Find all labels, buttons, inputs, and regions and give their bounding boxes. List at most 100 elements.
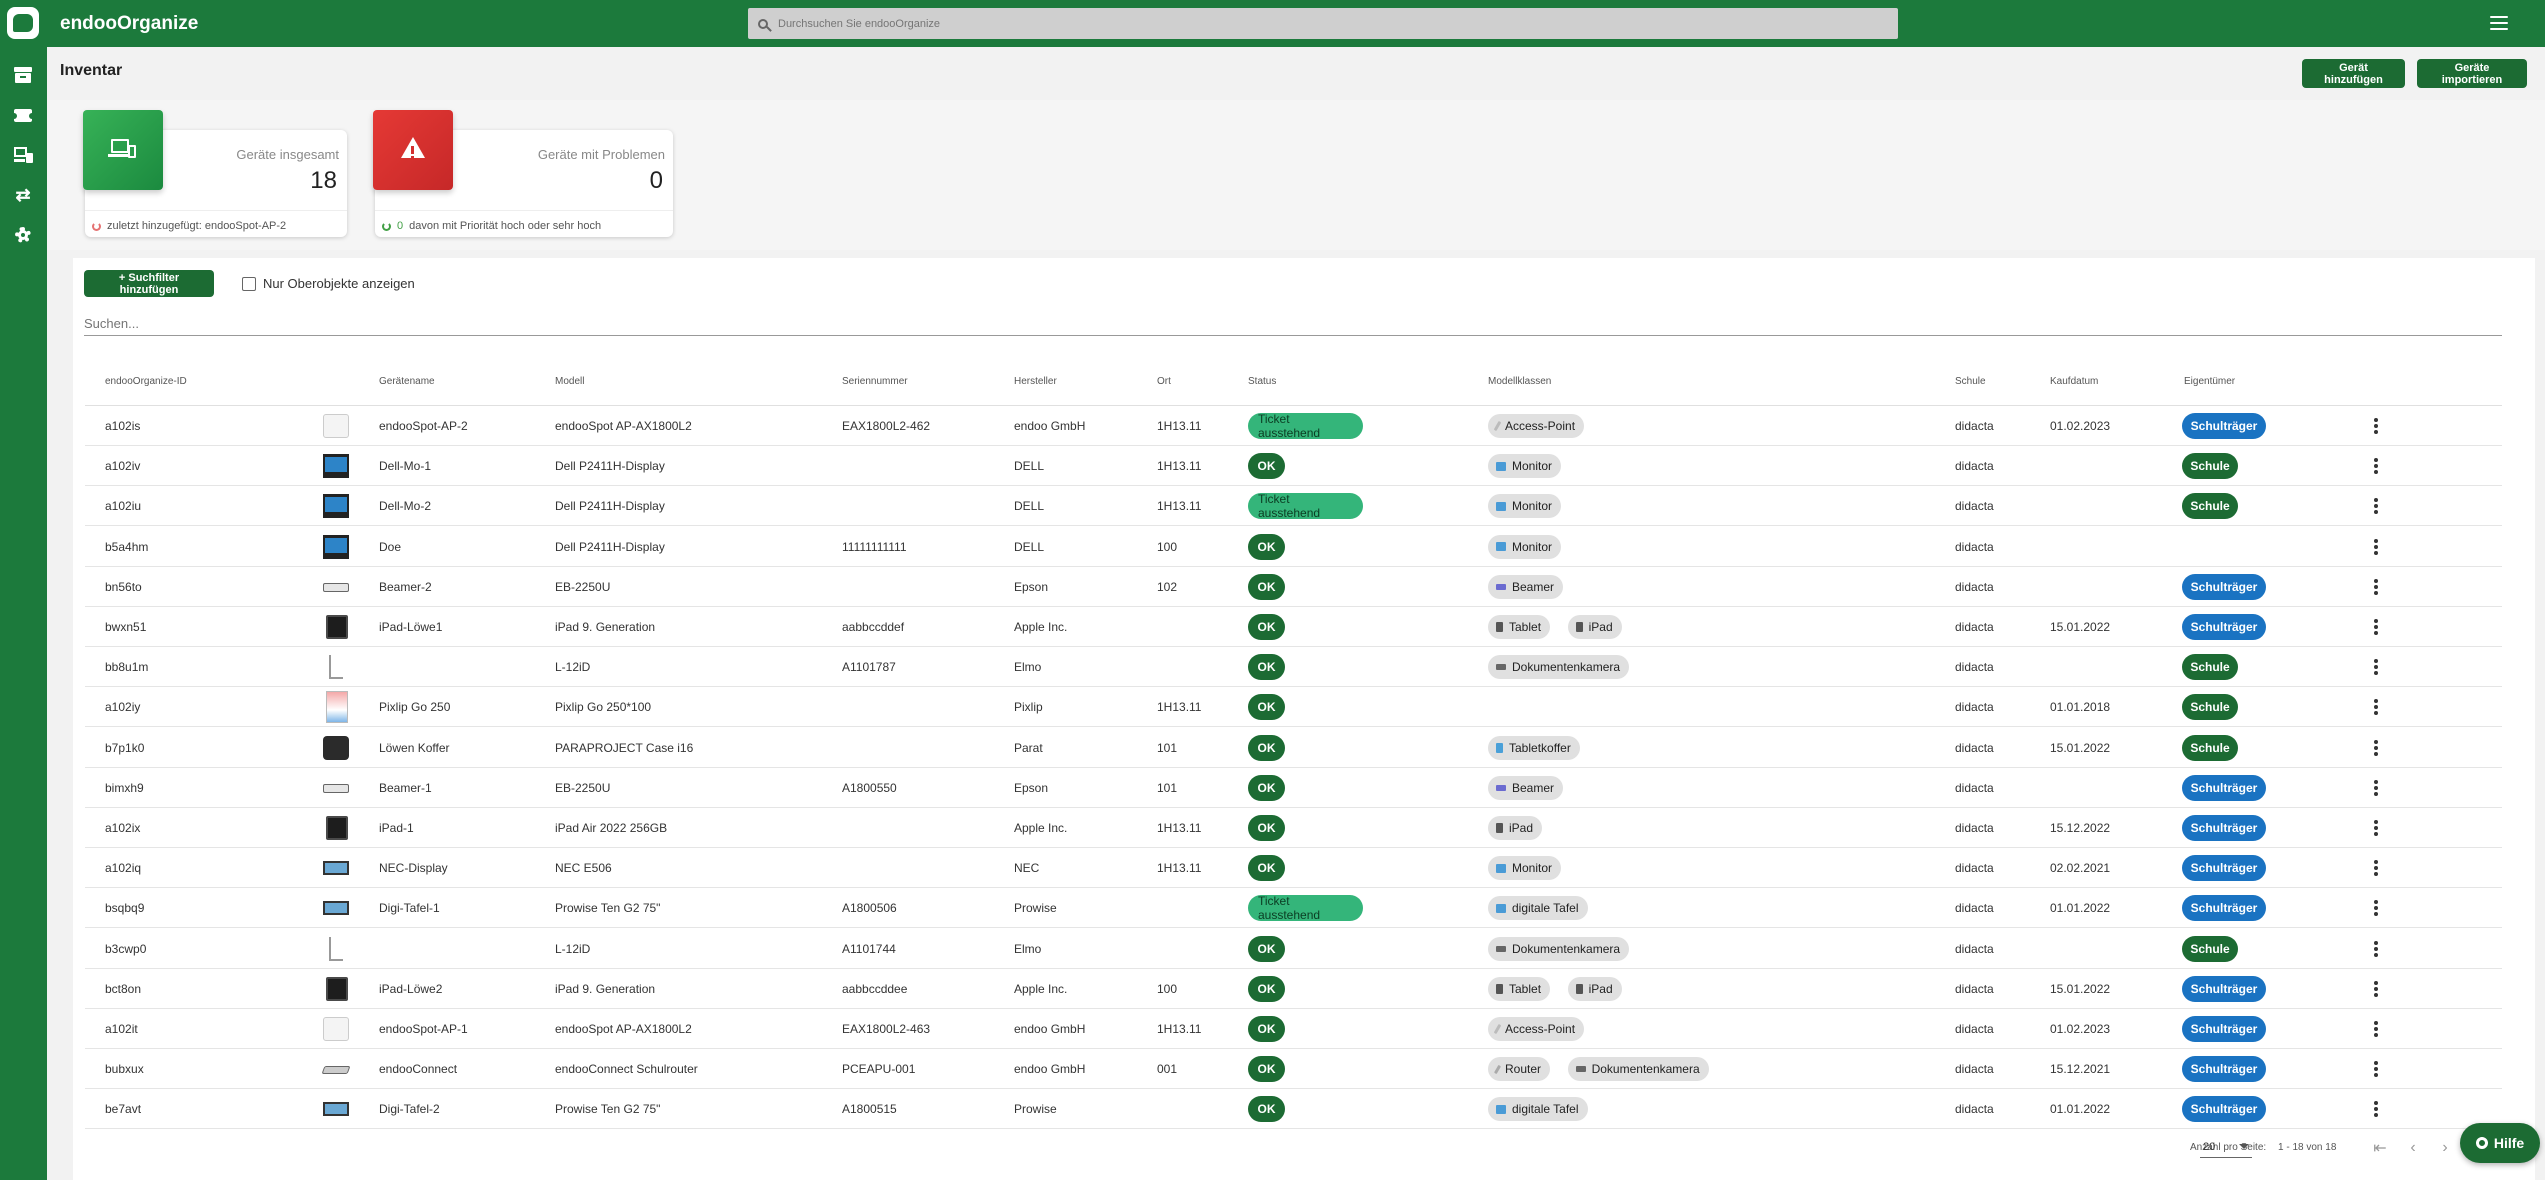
- model-class-chip[interactable]: Beamer: [1488, 775, 1564, 800]
- cell-model: PARAPROJECT Case i16: [555, 740, 694, 755]
- import-devices-button[interactable]: Geräte importieren: [2417, 59, 2527, 88]
- menu-icon[interactable]: [2490, 16, 2508, 30]
- table-row[interactable]: b7p1k0 Löwen Koffer PARAPROJECT Case i16 Pa…: [85, 728, 2502, 768]
- more-options-icon[interactable]: [2374, 940, 2378, 957]
- col-status[interactable]: Status: [1248, 376, 1276, 387]
- next-page-icon[interactable]: ›: [2435, 1138, 2455, 1158]
- model-class-chip[interactable]: Dokumentenkamera: [1488, 936, 1630, 961]
- stat-footer-text: zuletzt hinzugefügt: endooSpot-AP-2: [107, 220, 287, 232]
- more-options-icon[interactable]: [2374, 498, 2378, 515]
- model-class-chip[interactable]: Router: [1488, 1057, 1551, 1082]
- more-options-icon[interactable]: [2374, 418, 2378, 434]
- more-options-icon[interactable]: [2374, 1021, 2378, 1037]
- first-page-icon[interactable]: ⇤: [2370, 1138, 2390, 1158]
- more-options-icon[interactable]: [2374, 779, 2378, 796]
- model-class-chip[interactable]: Tablet: [1488, 976, 1551, 1001]
- cell-maker: Apple Inc.: [1014, 821, 1068, 835]
- more-options-icon[interactable]: [2374, 619, 2378, 635]
- owner-badge: Schulträger: [2182, 815, 2266, 841]
- table-row[interactable]: a102iy Pixlip Go 250 Pixlip Go 250*100 Pixl…: [85, 687, 2502, 728]
- more-options-icon[interactable]: [2374, 578, 2378, 595]
- table-row[interactable]: bsqbq9 Digi-Tafel-1 Prowise Ten G2 75" A180…: [85, 888, 2502, 929]
- more-options-icon[interactable]: [2374, 659, 2378, 676]
- table-row[interactable]: a102iq NEC-Display NEC E506 NEC 1H13.11 didac…: [85, 848, 2502, 889]
- table-row[interactable]: be7avt Digi-Tafel-2 Prowise Ten G2 75" A180…: [85, 1089, 2502, 1130]
- model-class-chip[interactable]: Monitor: [1488, 454, 1562, 479]
- more-options-icon[interactable]: [2374, 980, 2378, 997]
- model-class-chip[interactable]: digitale Tafel: [1488, 1097, 1588, 1122]
- swap-icon[interactable]: ⇄: [14, 186, 32, 204]
- prev-page-icon[interactable]: ‹: [2403, 1138, 2423, 1158]
- cell-serial: A1800506: [842, 901, 897, 916]
- per-page-select[interactable]: 20: [2200, 1136, 2252, 1158]
- model-class-chip[interactable]: Tablet: [1488, 615, 1551, 639]
- table-row[interactable]: bn56to Beamer-2 EB-2250U Epson 102 didacta OK B…: [85, 567, 2502, 607]
- help-button[interactable]: Hilfe: [2460, 1123, 2540, 1163]
- model-class-chip[interactable]: iPad: [1567, 976, 1622, 1001]
- table-row[interactable]: a102ix iPad-1 iPad Air 2022 256GB Apple Inc…: [85, 808, 2502, 848]
- more-options-icon[interactable]: [2374, 820, 2378, 836]
- col-serial[interactable]: Seriennummer: [842, 376, 908, 387]
- model-class-chip[interactable]: iPad: [1567, 615, 1622, 639]
- more-options-icon[interactable]: [2374, 538, 2378, 555]
- table-search-input[interactable]: [84, 312, 2502, 336]
- table-row[interactable]: a102is endooSpot-AP-2 endooSpot AP-AX1800L…: [85, 406, 2502, 446]
- cell-name: Digi-Tafel-1: [379, 901, 440, 916]
- col-owner[interactable]: Eigentümer: [2184, 376, 2235, 387]
- more-options-icon[interactable]: [2374, 900, 2378, 917]
- global-search-input[interactable]: [776, 16, 1802, 31]
- gear-icon[interactable]: [14, 227, 32, 243]
- only-parents-toggle[interactable]: Nur Oberobjekte anzeigen: [242, 276, 415, 291]
- devices-icon[interactable]: [14, 147, 33, 163]
- checkbox-icon[interactable]: [242, 276, 256, 291]
- cell-id: a102iy: [105, 700, 141, 715]
- col-name[interactable]: Gerätename: [379, 376, 435, 387]
- table-row[interactable]: a102iu Dell-Mo-2 Dell P2411H-Display DELL 1H…: [85, 486, 2502, 527]
- add-search-filter-button[interactable]: + Suchfilter hinzufügen: [84, 270, 214, 297]
- more-options-icon[interactable]: [2374, 1101, 2378, 1118]
- model-class-chip[interactable]: Monitor: [1488, 856, 1562, 881]
- col-model[interactable]: Modell: [555, 376, 584, 387]
- cell-serial: aabbccddef: [842, 620, 905, 634]
- model-class-chip[interactable]: Tabletkoffer: [1488, 735, 1580, 760]
- table-row[interactable]: b5a4hm Doe Dell P2411H-Display 11111111111 D…: [85, 527, 2502, 567]
- more-options-icon[interactable]: [2374, 739, 2378, 756]
- model-class-chip[interactable]: digitale Tafel: [1488, 896, 1588, 921]
- table-row[interactable]: bwxn51 iPad-Löwe1 iPad 9. Generation aabbcc…: [85, 607, 2502, 647]
- cell-id: bimxh9: [105, 780, 144, 795]
- archive-icon[interactable]: [14, 67, 32, 83]
- col-classes[interactable]: Modellklassen: [1488, 376, 1551, 387]
- model-class-chip[interactable]: Monitor: [1488, 494, 1562, 519]
- model-class-chip[interactable]: Access-Point: [1488, 1017, 1585, 1041]
- model-class-chip[interactable]: iPad: [1488, 816, 1543, 840]
- more-options-icon[interactable]: [2374, 860, 2378, 877]
- table-row[interactable]: b3cwp0 L-12iD A1101744 Elmo didacta OK Dokumen…: [85, 929, 2502, 969]
- table-row[interactable]: bubxux endooConnect endooConnect Schulrout…: [85, 1049, 2502, 1090]
- cell-school: didacta: [1955, 1102, 1994, 1117]
- model-class-chip[interactable]: Access-Point: [1488, 414, 1585, 438]
- table-row[interactable]: a102it endooSpot-AP-1 endooSpot AP-AX1800L…: [85, 1009, 2502, 1049]
- more-options-icon[interactable]: [2374, 458, 2378, 475]
- model-class-chip[interactable]: Dokumentenkamera: [1567, 1057, 1709, 1082]
- model-class-chip[interactable]: Beamer: [1488, 574, 1564, 599]
- col-school[interactable]: Schule: [1955, 376, 1986, 387]
- table-row[interactable]: bimxh9 Beamer-1 EB-2250U A1800550 Epson 101 di…: [85, 768, 2502, 808]
- table-row[interactable]: a102iv Dell-Mo-1 Dell P2411H-Display DELL 1H…: [85, 446, 2502, 487]
- status-badge: OK: [1248, 654, 1285, 681]
- more-options-icon[interactable]: [2374, 699, 2378, 716]
- table-row[interactable]: bb8u1m L-12iD A1101787 Elmo didacta OK Dokumen…: [85, 647, 2502, 688]
- app-logo-icon[interactable]: [7, 7, 39, 39]
- table-row[interactable]: bct8on iPad-Löwe2 iPad 9. Generation aabbcc…: [85, 969, 2502, 1009]
- global-search[interactable]: [748, 8, 1898, 39]
- model-class-chip[interactable]: Dokumentenkamera: [1488, 655, 1630, 680]
- more-options-icon[interactable]: [2374, 1061, 2378, 1078]
- ticket-icon[interactable]: [11, 108, 35, 124]
- model-class-label: Tablet: [1509, 620, 1542, 634]
- add-device-button[interactable]: Gerät hinzufügen: [2302, 59, 2405, 88]
- model-class-chip[interactable]: Monitor: [1488, 534, 1562, 559]
- col-place[interactable]: Ort: [1157, 376, 1171, 387]
- model-class-label: Access-Point: [1505, 1022, 1576, 1036]
- col-id[interactable]: endooOrganize-ID: [105, 376, 187, 387]
- col-date[interactable]: Kaufdatum: [2050, 376, 2098, 387]
- col-maker[interactable]: Hersteller: [1014, 376, 1057, 387]
